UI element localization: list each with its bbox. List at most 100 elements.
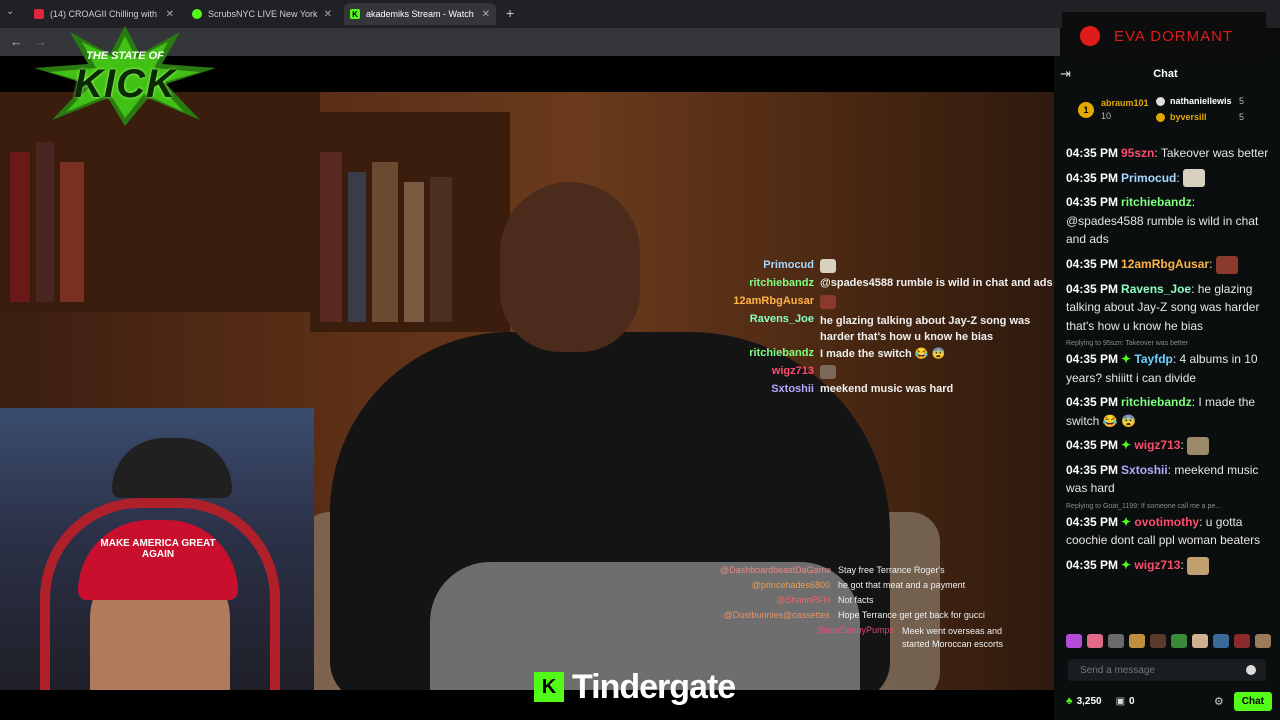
close-tab-icon[interactable]: ✕ [166, 9, 174, 20]
msg-text: @spades4588 rumble is wild in chat and a… [1066, 213, 1259, 247]
overlay-user: 12amRbgAusar [733, 295, 814, 307]
leader-count: 10 [1101, 111, 1112, 121]
chat-input[interactable] [1068, 663, 1246, 677]
inventory-icon[interactable]: ▣ [1116, 696, 1125, 707]
msg-time: 04:35 PM [1066, 170, 1119, 185]
msg-user[interactable]: ritchiebandz [1121, 395, 1192, 409]
gift-leaderboard: 1 abraum101 10 nathaniellewis 5 byversil… [1066, 92, 1276, 132]
tab-title: (14) CROAGII Chilling with the [50, 9, 160, 19]
emote-icon[interactable] [1087, 634, 1103, 648]
gift-icon [1156, 113, 1165, 122]
close-tab-icon[interactable]: ✕ [482, 9, 490, 20]
kick-logo-icon: K [534, 672, 564, 702]
logo-line-2: KICK [74, 62, 176, 106]
msg-user[interactable]: Ravens_Joe [1121, 282, 1191, 296]
chat-input-box [1068, 659, 1266, 681]
overlay-message: Stay free Terrance Roger's [838, 565, 945, 575]
book [10, 152, 30, 302]
cap-text: MAKE AMERICA GREAT AGAIN [100, 538, 216, 560]
overlay-chat-line-lower: @iamDannyPumps Meek went overseas and sta… [784, 625, 1022, 651]
overlay-chat-line-lower: @ShannRFH Not facts [720, 595, 873, 605]
msg-user[interactable]: Tayfdp [1134, 352, 1172, 366]
chat-message: 04:35 PM Ravens_Joe: he glazing talking a… [1066, 281, 1260, 333]
emote-icon[interactable] [1255, 634, 1271, 648]
emote-icon[interactable] [1213, 634, 1229, 648]
msg-user[interactable]: wigz713 [1134, 438, 1180, 452]
overlay-user: Sxtoshii [771, 383, 814, 395]
collapse-chat-icon[interactable]: ⇥ [1060, 66, 1071, 82]
browser-tab-1[interactable]: (14) CROAGII Chilling with the ✕ [28, 3, 180, 25]
msg-time: 04:35 PM [1066, 256, 1119, 271]
emote-icon[interactable] [1066, 634, 1082, 648]
youtube-favicon-icon [34, 9, 44, 19]
overlay-user: Ravens_Joe [749, 313, 814, 325]
rank-badge-icon: 1 [1078, 102, 1094, 118]
kick-favicon-icon: K [350, 9, 360, 19]
msg-time: 04:35 PM [1066, 195, 1119, 210]
tab-title: akademiks Stream - Watch [366, 9, 474, 19]
logo-line-1: THE STATE OF [86, 50, 164, 62]
emote-icon[interactable] [1108, 634, 1124, 648]
leader-user[interactable]: byversill [1170, 112, 1207, 122]
browser-tab-2[interactable]: ScrubsNYC LIVE New York C ✕ [186, 3, 338, 25]
status-label: EVA DORMANT [1114, 27, 1234, 45]
msg-time: 04:35 PM [1066, 352, 1119, 367]
msg-time: 04:35 PM [1066, 281, 1119, 296]
overlay-message: Hope Terrance get get back for gucci [838, 610, 985, 620]
msg-user[interactable]: ritchiebandz [1121, 195, 1192, 209]
chat-messages: 04:35 PM 95szn: Takeover was better 04:35… [1066, 144, 1272, 581]
emote-icon [1187, 556, 1210, 575]
streamer-webcam: MAKE AMERICA GREAT AGAIN [0, 408, 314, 720]
emote-icon[interactable] [1192, 634, 1208, 648]
msg-user[interactable]: 95szn [1121, 146, 1154, 160]
emote-icon[interactable] [1129, 634, 1145, 648]
chat-message: 04:35 PM ✦ ovotimothy: u gotta coochie do… [1066, 514, 1261, 548]
browser-tab-3[interactable]: K akademiks Stream - Watch ✕ [344, 3, 496, 25]
overlay-user: @ShannRFH [776, 595, 830, 605]
msg-user[interactable]: 12amRbgAusar [1121, 257, 1209, 271]
chat-header: ⇥ Chat [1054, 60, 1280, 88]
emote-icon [1187, 436, 1210, 455]
book [36, 142, 54, 302]
back-arrow-icon[interactable]: ← [10, 34, 23, 49]
close-tab-icon[interactable]: ✕ [324, 9, 332, 20]
gear-icon[interactable]: ⚙ [1214, 695, 1224, 708]
msg-time: 04:35 PM [1066, 557, 1119, 572]
emote-icon [820, 259, 836, 273]
msg-user[interactable]: Sxtoshii [1121, 463, 1168, 477]
msg-user[interactable]: ovotimothy [1134, 515, 1199, 529]
leader-user[interactable]: abraum101 [1101, 98, 1149, 108]
tab-title: ScrubsNYC LIVE New York C [208, 9, 318, 19]
new-tab-button[interactable]: + [506, 5, 514, 21]
overlay-chat-line-lower: @princehades6800 he got that meat and a p… [720, 580, 965, 590]
msg-user[interactable]: wigz713 [1134, 558, 1180, 572]
overlay-user: wigz713 [771, 365, 814, 377]
reply-context[interactable]: Replying to Goat_1199: If someone call m… [1066, 502, 1272, 511]
overlay-user: ritchiebandz [749, 277, 814, 289]
emote-icon [1215, 255, 1238, 274]
sub-badge-icon: ✦ [1121, 352, 1135, 367]
tab-search-icon[interactable]: ⌄ [6, 6, 14, 17]
msg-time: 04:35 PM [1066, 462, 1119, 477]
msg-user[interactable]: Primocud [1121, 171, 1176, 185]
guest-head [500, 182, 640, 352]
emote-icon [1183, 169, 1206, 188]
inventory-count: 0 [1129, 695, 1135, 707]
emote-icon[interactable] [1150, 634, 1166, 648]
emote-icon[interactable] [1171, 634, 1187, 648]
leader-count: 5 [1239, 112, 1245, 122]
channel-points-icon[interactable]: ♣ [1066, 696, 1073, 707]
leader-count: 5 [1239, 96, 1245, 106]
chat-footer: ♣ 3,250 ▣ 0 ⚙ Chat [1066, 690, 1272, 712]
emote-icon[interactable] [1234, 634, 1250, 648]
emoji-picker-icon[interactable] [1246, 665, 1256, 675]
chat-message: 04:35 PM ✦ wigz713: [1066, 436, 1272, 455]
overlay-chat-line: ritchiebandz @spades4588 rumble is wild i… [694, 277, 1052, 289]
gift-icon [1156, 97, 1165, 106]
leader-user[interactable]: nathaniellewis [1170, 96, 1232, 106]
status-overlay: EVA DORMANT [1062, 12, 1266, 60]
reply-context[interactable]: Replying to 95szn: Takeover was better [1066, 339, 1272, 348]
overlay-user: Primocud [763, 259, 814, 271]
book [430, 177, 452, 322]
send-chat-button[interactable]: Chat [1233, 691, 1272, 711]
